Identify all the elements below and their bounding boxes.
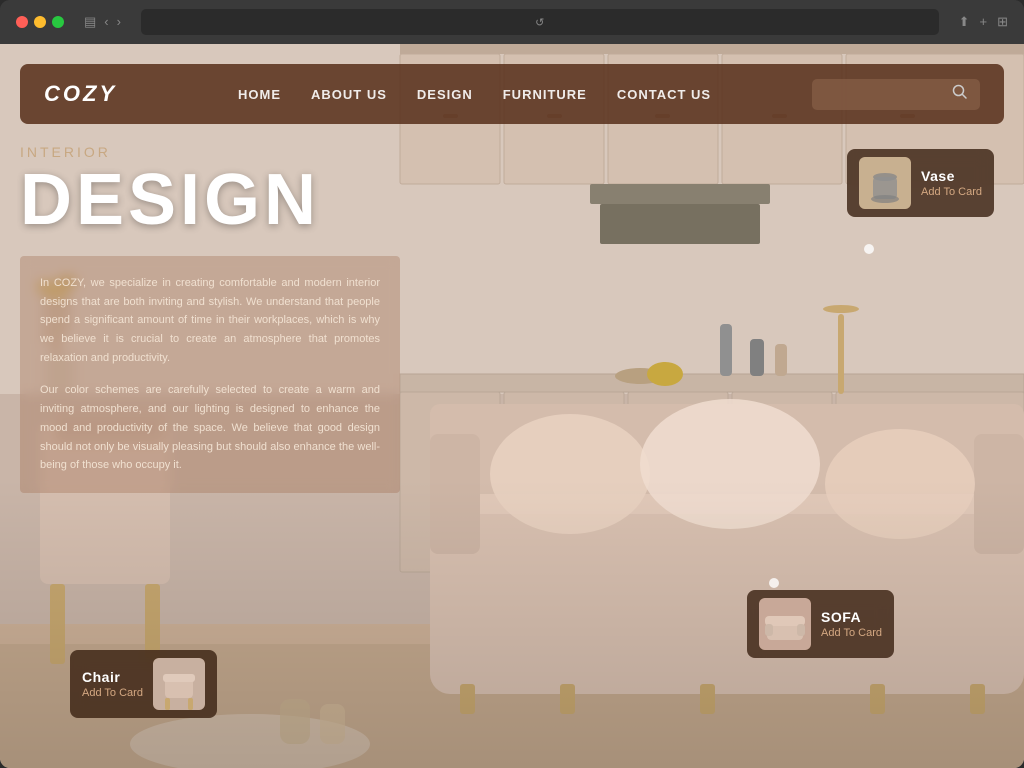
vase-product-name: Vase xyxy=(921,168,982,184)
search-input[interactable] xyxy=(824,87,944,102)
search-icon xyxy=(952,84,968,105)
maximize-button[interactable] xyxy=(52,16,64,28)
chair-product-name: Chair xyxy=(82,669,143,685)
nav-links: HOME ABOUT US DESIGN FURNITURE CONTACT U… xyxy=(157,87,792,102)
chair-product-info: Chair Add To Card xyxy=(82,669,143,699)
share-icon[interactable]: ⬆ xyxy=(959,14,970,30)
browser-window: ▤ ‹ › ↺ ⬆ + ⊞ xyxy=(0,0,1024,768)
vase-product-info: Vase Add To Card xyxy=(921,168,982,198)
nav-design[interactable]: DESIGN xyxy=(417,87,473,102)
vase-add-to-cart[interactable]: Add To Card xyxy=(921,186,982,198)
vase-product-image xyxy=(859,157,911,209)
brand-logo[interactable]: COZY xyxy=(44,81,117,107)
browser-content: COZY HOME ABOUT US DESIGN FURNITURE CONT… xyxy=(0,44,1024,768)
hero-title: DESIGN xyxy=(20,164,400,236)
sofa-product-image xyxy=(759,598,811,650)
chair-product-image xyxy=(153,658,205,710)
sofa-product-info: SOFA Add To Card xyxy=(821,609,882,639)
nav-furniture[interactable]: FURNITURE xyxy=(503,87,587,102)
close-button[interactable] xyxy=(16,16,28,28)
sidebar-toggle-icon[interactable]: ▤ xyxy=(84,14,96,30)
sofa-product-name: SOFA xyxy=(821,609,882,625)
navigation-controls: ▤ ‹ › xyxy=(84,14,121,30)
sofa-connector-dot xyxy=(769,578,779,588)
chair-add-to-cart[interactable]: Add To Card xyxy=(82,687,143,699)
nav-about[interactable]: ABOUT US xyxy=(311,87,387,102)
search-bar[interactable] xyxy=(812,79,980,110)
minimize-button[interactable] xyxy=(34,16,46,28)
grid-icon[interactable]: ⊞ xyxy=(997,14,1008,30)
subtitle-label: INTERIOR xyxy=(20,144,400,160)
vase-connector-dot xyxy=(864,244,874,254)
hero-content: INTERIOR DESIGN In COZY, we specialize i… xyxy=(20,144,400,493)
back-icon[interactable]: ‹ xyxy=(104,14,108,30)
new-tab-icon[interactable]: + xyxy=(980,14,988,30)
address-bar[interactable]: ↺ xyxy=(141,9,939,35)
chair-product-card[interactable]: Chair Add To Card xyxy=(70,650,217,718)
nav-home[interactable]: HOME xyxy=(238,87,281,102)
forward-icon[interactable]: › xyxy=(117,14,121,30)
refresh-icon: ↺ xyxy=(535,16,544,29)
nav-contact[interactable]: CONTACT US xyxy=(617,87,711,102)
navbar: COZY HOME ABOUT US DESIGN FURNITURE CONT… xyxy=(20,64,1004,124)
browser-titlebar: ▤ ‹ › ↺ ⬆ + ⊞ xyxy=(0,0,1024,44)
window-controls xyxy=(16,16,64,28)
sofa-product-card[interactable]: SOFA Add To Card xyxy=(747,590,894,658)
sofa-add-to-cart[interactable]: Add To Card xyxy=(821,627,882,639)
description-paragraph-1: In COZY, we specialize in creating comfo… xyxy=(40,274,380,367)
browser-action-icons: ⬆ + ⊞ xyxy=(959,14,1008,30)
description-paragraph-2: Our color schemes are carefully selected… xyxy=(40,381,380,474)
description-box: In COZY, we specialize in creating comfo… xyxy=(20,256,400,493)
vase-product-card[interactable]: Vase Add To Card xyxy=(847,149,994,217)
